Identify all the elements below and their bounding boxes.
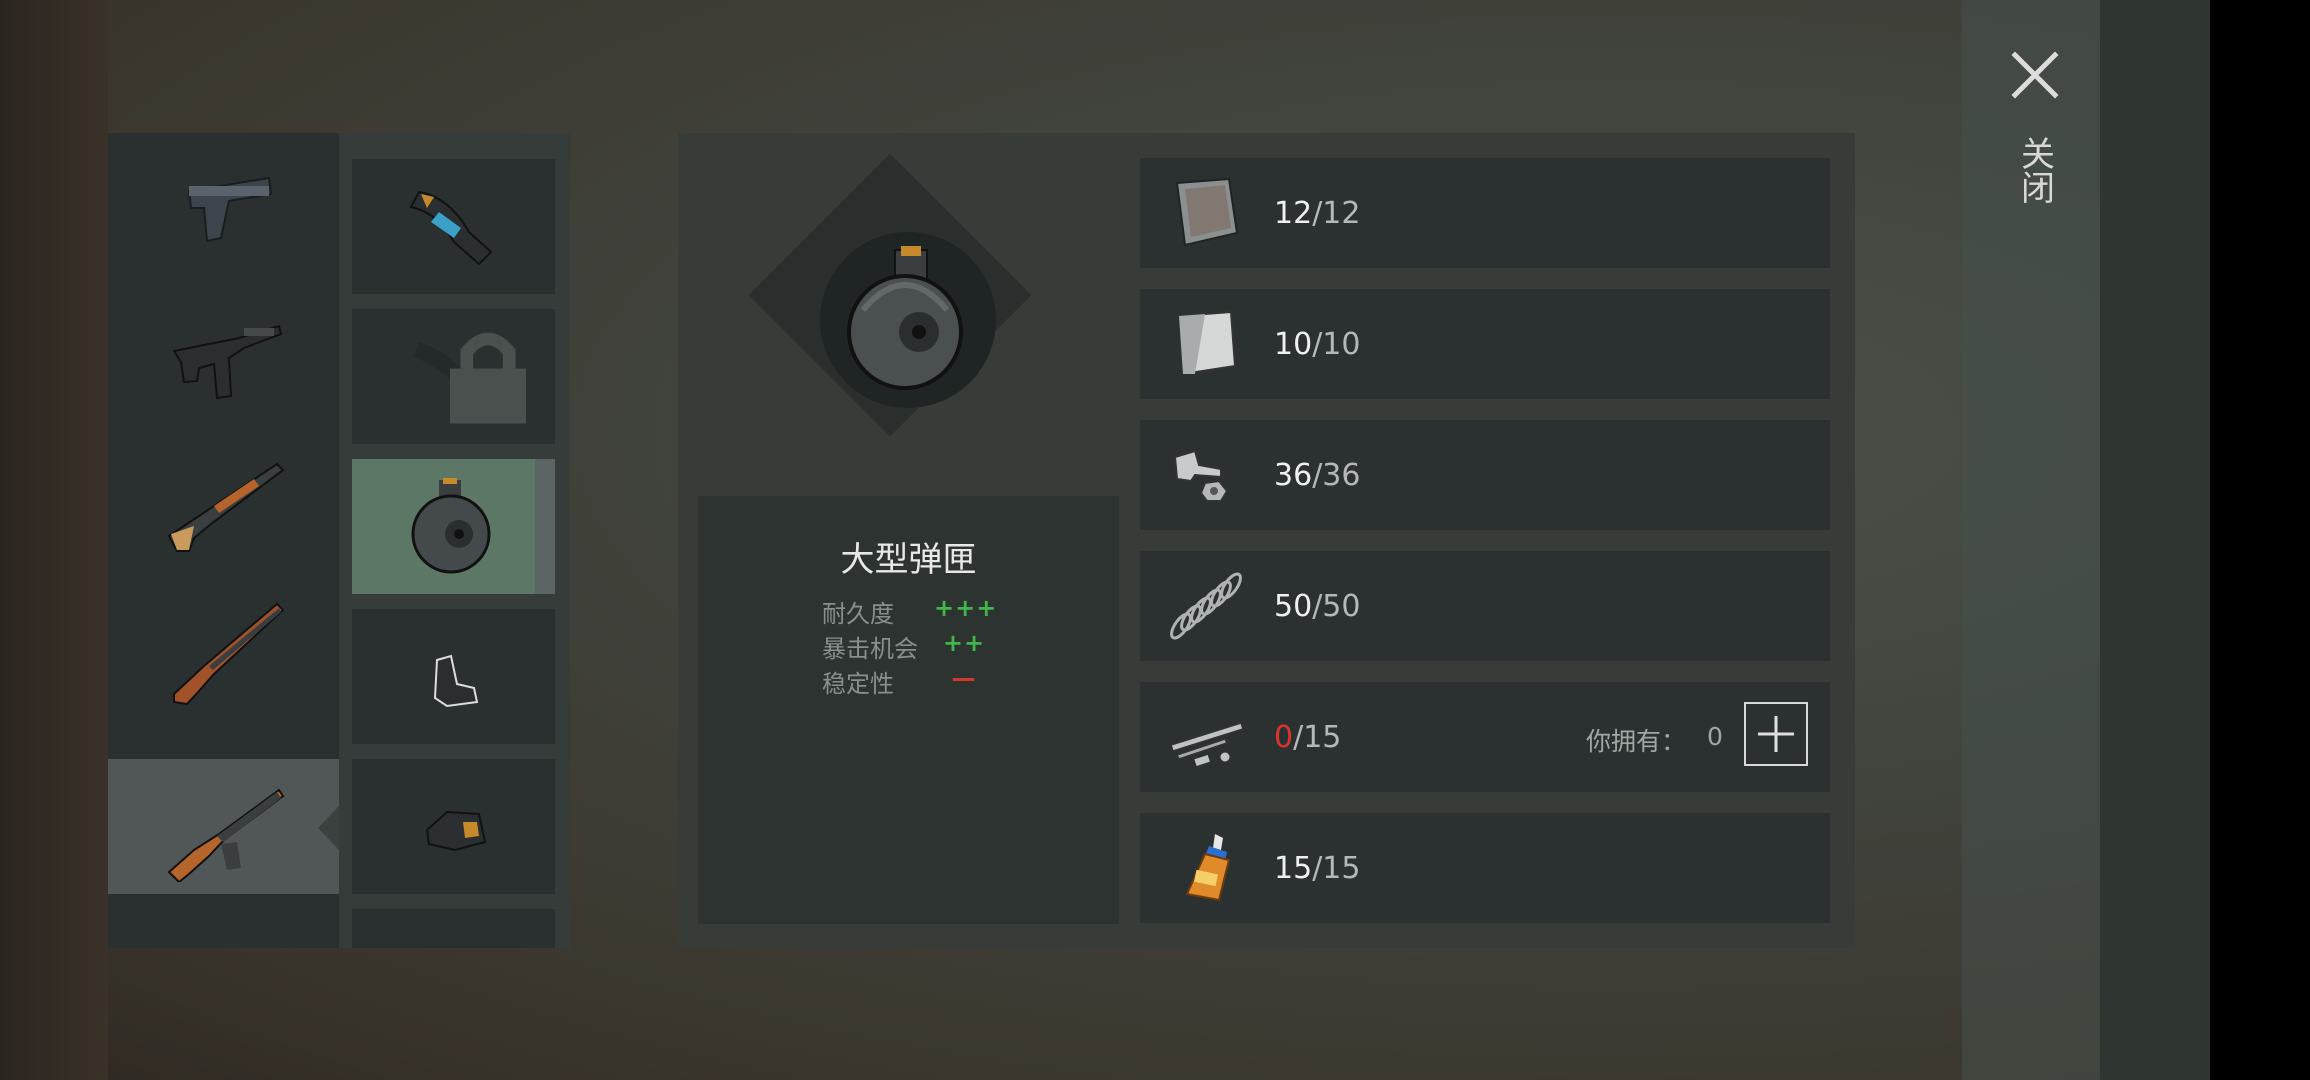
bolt-nut-icon	[1173, 449, 1229, 502]
owned-label: 你拥有：	[1586, 727, 1687, 756]
stat-label: 耐久度	[822, 600, 894, 628]
weapon-item-pistol[interactable]	[108, 133, 339, 268]
item-info: 大型弹匣 耐久度 +++ 暴击机会 ++ 稳定性 —	[698, 496, 1119, 924]
weapon-item-sniper[interactable]	[108, 909, 339, 948]
selection-arrow	[318, 806, 339, 850]
spring-icon	[1170, 572, 1242, 640]
assault-rifle-icon	[167, 788, 284, 882]
add-button[interactable]	[1744, 702, 1808, 766]
stat-label: 暴击机会	[822, 635, 918, 663]
stat-value: +++	[934, 594, 998, 622]
material-count: 12/12	[1274, 196, 1361, 231]
sniper-icon	[159, 922, 289, 949]
sheet-metal-icon	[1177, 310, 1237, 376]
background-left	[0, 0, 108, 1080]
red-dot-sight-icon	[425, 810, 486, 851]
part-icon	[399, 922, 509, 949]
plus-icon	[1758, 716, 1794, 752]
close-label[interactable]: 关闭	[2010, 120, 2060, 220]
background-right	[2100, 0, 2210, 1080]
parts-list	[339, 133, 570, 948]
material-count: 50/50	[1274, 589, 1361, 624]
lock-icon	[449, 332, 527, 424]
stat-row: 暴击机会 ++	[822, 629, 1022, 663]
close-icon[interactable]	[2005, 45, 2065, 105]
lever-rifle-icon	[172, 602, 284, 705]
material-count: 0/15	[1274, 720, 1342, 755]
glue-icon	[1185, 834, 1231, 902]
metal-plate-icon	[1175, 177, 1239, 247]
iron-sight-icon	[433, 654, 478, 707]
gun-parts-icon	[1170, 722, 1244, 766]
part-slot-red-dot-sight[interactable]	[352, 759, 555, 894]
stat-value: —	[951, 664, 977, 692]
material-row: 36/36	[1140, 420, 1830, 530]
weapon-list	[108, 133, 339, 948]
pistol-icon	[187, 176, 272, 242]
material-row: 0/15 你拥有： 0	[1140, 682, 1830, 792]
weapon-item-shotgun[interactable]	[108, 433, 339, 568]
item-preview	[820, 232, 996, 408]
material-row: 10/10	[1140, 289, 1830, 399]
material-row: 12/12	[1140, 158, 1830, 268]
taped-magazine-icon	[408, 190, 492, 265]
material-row: 50/50	[1140, 551, 1830, 661]
drum-magazine-icon	[411, 477, 490, 573]
stat-value: ++	[942, 629, 986, 657]
part-slot-extra[interactable]	[352, 909, 555, 948]
screen-edge	[2210, 0, 2310, 1080]
stat-row: 耐久度 +++	[822, 594, 1022, 628]
item-name: 大型弹匣	[840, 540, 977, 580]
weapon-item-lever-rifle[interactable]	[108, 583, 339, 718]
part-slot-iron-sight[interactable]	[352, 609, 555, 744]
part-slot-magazine[interactable]	[352, 309, 555, 444]
stat-label: 稳定性	[822, 670, 894, 698]
stat-row: 稳定性 —	[822, 664, 1022, 698]
part-slot-taped-magazine[interactable]	[352, 159, 555, 294]
drum-magazine-icon	[847, 246, 963, 390]
material-count: 10/10	[1274, 327, 1361, 362]
material-row: 15/15	[1140, 813, 1830, 923]
shotgun-icon	[167, 462, 285, 552]
material-count: 36/36	[1274, 458, 1361, 493]
part-slot-drum-magazine[interactable]	[352, 459, 555, 594]
material-count: 15/15	[1274, 851, 1361, 886]
weapon-item-smg[interactable]	[108, 283, 339, 418]
owned-value: 0	[1707, 722, 1723, 751]
weapon-item-assault-rifle[interactable]	[108, 759, 339, 894]
smg-icon	[171, 324, 282, 399]
